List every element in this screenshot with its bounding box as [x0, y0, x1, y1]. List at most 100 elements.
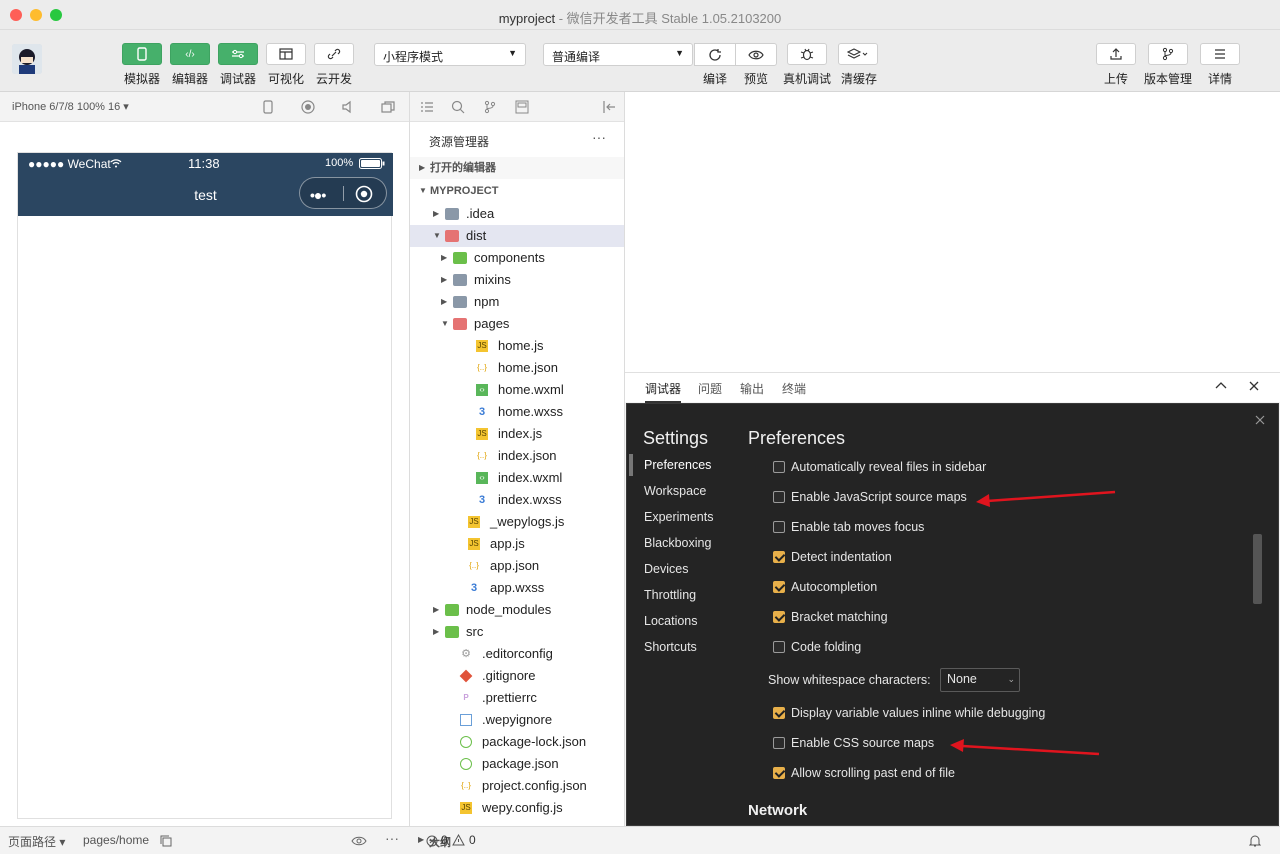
tree-folder-npm[interactable]: ▶ npm [410, 291, 624, 313]
tree-file[interactable]: {..} app.json [410, 555, 624, 577]
css-file-icon: 3 [470, 582, 478, 594]
tree-file[interactable]: ⚙ .editorconfig [410, 643, 624, 665]
tree-folder--idea[interactable]: ▶ .idea [410, 203, 624, 225]
chevron-up-icon[interactable] [1215, 381, 1227, 391]
extensions-icon[interactable] [515, 100, 529, 114]
checkbox[interactable] [773, 491, 785, 503]
search-icon[interactable] [451, 100, 465, 114]
folder-icon [453, 318, 467, 330]
tree-file[interactable]: {..} project.config.json [410, 775, 624, 797]
tree-folder-dist[interactable]: ▼ dist [410, 225, 624, 247]
source-control-icon[interactable] [483, 100, 497, 114]
tree-folder-node-modules[interactable]: ▶ node_modules [410, 599, 624, 621]
tree-file[interactable]: {..} home.json [410, 357, 624, 379]
tree-file[interactable]: 3 index.wxss [410, 489, 624, 511]
chevron-right-icon: ▶ [441, 275, 448, 284]
version-control-button[interactable] [1148, 43, 1188, 65]
avatar[interactable] [12, 44, 42, 74]
json-file-icon: {..} [477, 451, 487, 460]
close-settings-icon[interactable] [1255, 415, 1265, 425]
upload-button[interactable] [1096, 43, 1136, 65]
tree-folder-components[interactable]: ▶ components [410, 247, 624, 269]
tree-file[interactable]: {..} index.json [410, 445, 624, 467]
checkbox[interactable] [773, 461, 785, 473]
error-icon[interactable] [426, 835, 438, 847]
tree-folder-src[interactable]: ▶ src [410, 621, 624, 643]
settings-nav-locations[interactable]: Locations [644, 614, 698, 628]
tree-file[interactable]: 3 home.wxss [410, 401, 624, 423]
settings-nav-workspace[interactable]: Workspace [644, 484, 706, 498]
tab-debugger[interactable]: 调试器 [645, 380, 682, 403]
tree-file[interactable]: .gitignore [410, 665, 624, 687]
tree-file[interactable]: .wepyignore [410, 709, 624, 731]
checkbox[interactable] [773, 521, 785, 533]
settings-nav-throttling[interactable]: Throttling [644, 588, 696, 602]
copy-icon[interactable] [160, 835, 172, 847]
compile-button[interactable] [694, 43, 736, 66]
tree-file[interactable]: 3 app.wxss [410, 577, 624, 599]
checkbox[interactable] [773, 641, 785, 653]
volume-icon[interactable] [341, 100, 355, 114]
tree-file[interactable]: ‹› home.wxml [410, 379, 624, 401]
checkbox-checked[interactable] [773, 767, 785, 779]
tree-file[interactable]: P .prettierrc [410, 687, 624, 709]
warning-icon[interactable] [452, 834, 465, 846]
tab-output[interactable]: 输出 [740, 380, 764, 397]
debugger-toggle-button[interactable] [218, 43, 258, 65]
preview-button[interactable] [735, 43, 777, 66]
cloud-dev-button[interactable] [314, 43, 354, 65]
visual-toggle-button[interactable] [266, 43, 306, 65]
device-debug-button[interactable] [787, 43, 827, 65]
clear-cache-button[interactable] [838, 43, 878, 65]
editor-toggle-button[interactable]: ‹/› [170, 43, 210, 65]
tree-file[interactable]: ‹› index.wxml [410, 467, 624, 489]
tree-folder-mixins[interactable]: ▶ mixins [410, 269, 624, 291]
tree-file[interactable]: package.json [410, 753, 624, 775]
editor-area[interactable] [625, 92, 1280, 372]
project-section[interactable]: ▼ MYPROJECT [410, 180, 624, 202]
tree-folder-pages[interactable]: ▼ pages [410, 313, 624, 335]
tab-terminal[interactable]: 终端 [782, 380, 806, 397]
open-editors-section[interactable]: ▶ 打开的编辑器 [410, 157, 624, 179]
eye-icon[interactable] [351, 836, 367, 846]
settings-nav-blackboxing[interactable]: Blackboxing [644, 536, 711, 550]
tab-problems[interactable]: 问题 [698, 380, 722, 397]
tree-file[interactable]: JS app.js [410, 533, 624, 555]
checkbox[interactable] [773, 737, 785, 749]
simulator-toggle-button[interactable] [122, 43, 162, 65]
details-button[interactable] [1200, 43, 1240, 65]
settings-scrollbar[interactable] [1253, 534, 1262, 604]
files-icon[interactable] [420, 100, 434, 114]
tree-file[interactable]: JS _wepylogs.js [410, 511, 624, 533]
whitespace-select[interactable]: None ⌄ [940, 668, 1020, 692]
checkbox-checked[interactable] [773, 551, 785, 563]
settings-nav-devices[interactable]: Devices [644, 562, 688, 576]
more-options-icon[interactable]: ··· [385, 830, 399, 846]
compile-mode-select[interactable]: 普通编译 ▼ [543, 43, 693, 66]
settings-nav-shortcuts[interactable]: Shortcuts [644, 640, 697, 654]
tree-file[interactable]: JS home.js [410, 335, 624, 357]
caret-down-icon: ▼ [675, 48, 684, 58]
settings-nav-experiments[interactable]: Experiments [644, 510, 713, 524]
phone-icon[interactable] [262, 100, 274, 114]
checkbox-checked[interactable] [773, 581, 785, 593]
checkbox-checked[interactable] [773, 611, 785, 623]
explorer-more-icon[interactable]: ··· [592, 129, 606, 145]
windows-icon[interactable] [381, 100, 395, 114]
more-icon[interactable]: •●• [310, 187, 326, 203]
close-mini-program-icon[interactable] [355, 185, 373, 203]
page-path-label[interactable]: 页面路径 ▾ [8, 833, 65, 850]
checkbox-checked[interactable] [773, 707, 785, 719]
collapse-panel-icon[interactable] [602, 100, 616, 114]
tree-file[interactable]: JS wepy.config.js [410, 797, 624, 819]
phone-screen[interactable]: ●●●●● WeChat 11:38 100% test •●• [17, 152, 393, 819]
settings-nav-preferences[interactable]: Preferences [644, 458, 711, 472]
bell-icon[interactable] [1249, 834, 1261, 848]
device-select[interactable]: iPhone 6/7/8 100% 16 ▾ [12, 100, 129, 113]
tree-file[interactable]: package-lock.json [410, 731, 624, 753]
close-icon[interactable] [1248, 380, 1260, 392]
tree-file[interactable]: JS index.js [410, 423, 624, 445]
tree-item-label: npm [474, 294, 500, 309]
mode-select[interactable]: 小程序模式 ▼ [374, 43, 526, 66]
record-icon[interactable] [301, 100, 315, 114]
